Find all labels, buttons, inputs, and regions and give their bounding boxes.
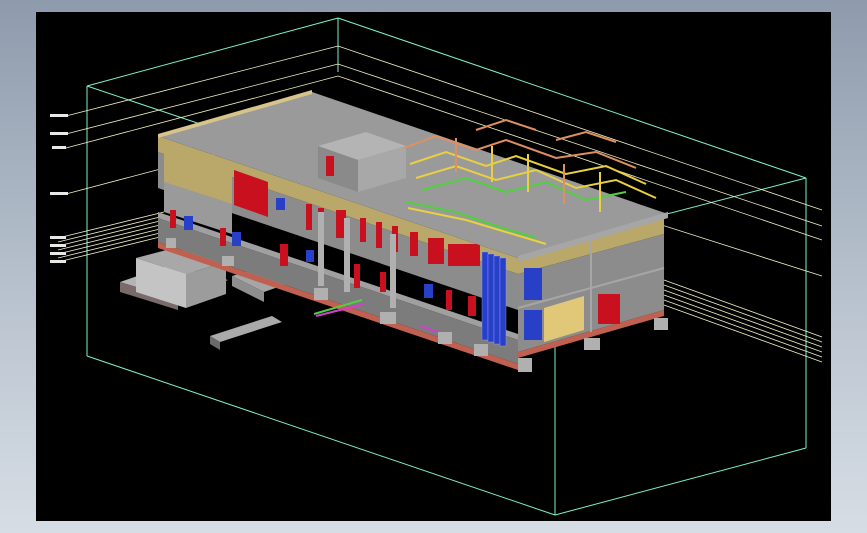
cad-viewport[interactable] — [36, 12, 831, 521]
level-lines-right — [663, 279, 823, 363]
level-tags — [50, 114, 68, 263]
glazed-corner — [481, 251, 507, 347]
building-3d-view — [50, 17, 823, 516]
